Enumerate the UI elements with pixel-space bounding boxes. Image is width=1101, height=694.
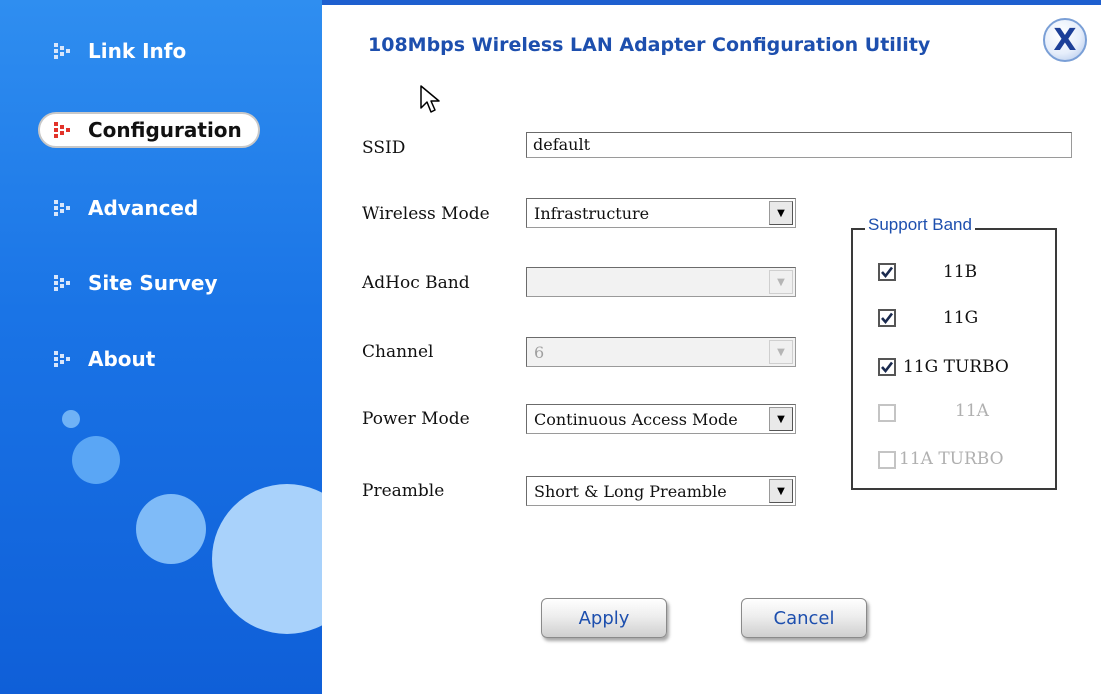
sidebar-item-label: Site Survey — [88, 271, 218, 295]
channel-value: 6 — [534, 342, 545, 362]
top-border — [322, 0, 1101, 5]
decor-bubble-medium — [72, 436, 120, 484]
close-button[interactable]: X — [1043, 18, 1087, 62]
sidebar-item-label: Advanced — [88, 196, 199, 220]
checkmark-icon — [881, 312, 894, 325]
dropdown-arrow-icon[interactable]: ▼ — [769, 201, 793, 225]
sidebar-item-link-info[interactable]: Link Info — [40, 33, 260, 69]
ssid-label: SSID — [362, 138, 406, 158]
preamble-value: Short & Long Preamble — [534, 481, 727, 501]
decor-bubble-small — [62, 410, 80, 428]
decor-bubble-large — [136, 494, 206, 564]
band-11a-turbo-label: 11A TURBO — [899, 449, 1004, 469]
dropdown-arrow-icon: ▼ — [769, 340, 793, 364]
mouse-cursor-icon — [420, 85, 440, 113]
sidebar: Link Info Configuration Advanced Site Su… — [0, 0, 322, 694]
bullet-icon — [54, 351, 70, 367]
apply-button[interactable]: Apply — [541, 598, 667, 638]
band-11b-label: 11B — [943, 262, 978, 282]
adhoc-band-label: AdHoc Band — [362, 273, 470, 293]
preamble-label: Preamble — [362, 481, 445, 501]
band-11g-turbo-checkbox[interactable] — [878, 358, 896, 376]
power-mode-select[interactable]: Continuous Access Mode ▼ — [526, 404, 796, 434]
bullet-icon — [54, 200, 70, 216]
dropdown-arrow-icon[interactable]: ▼ — [769, 479, 793, 503]
sidebar-item-about[interactable]: About — [40, 341, 260, 377]
band-11a-turbo-checkbox — [878, 451, 896, 469]
dropdown-arrow-icon[interactable]: ▼ — [769, 407, 793, 431]
channel-label: Channel — [362, 342, 434, 362]
ssid-input[interactable]: default — [526, 132, 1072, 158]
bullet-icon — [54, 43, 70, 59]
power-mode-value: Continuous Access Mode — [534, 409, 738, 429]
band-11g-label: 11G — [943, 308, 979, 328]
bullet-icon — [54, 122, 70, 138]
wireless-mode-value: Infrastructure — [534, 203, 650, 223]
band-11a-checkbox — [878, 404, 896, 422]
dropdown-arrow-icon: ▼ — [769, 270, 793, 294]
band-11g-turbo-label: 11G TURBO — [903, 357, 1009, 377]
band-11b-checkbox[interactable] — [878, 263, 896, 281]
sidebar-item-label: Link Info — [88, 39, 187, 63]
adhoc-band-select: ▼ — [526, 267, 796, 297]
wireless-mode-select[interactable]: Infrastructure ▼ — [526, 198, 796, 228]
sidebar-item-configuration[interactable]: Configuration — [38, 112, 260, 148]
page-title: 108Mbps Wireless LAN Adapter Configurati… — [368, 34, 931, 56]
cancel-button[interactable]: Cancel — [741, 598, 867, 638]
checkmark-icon — [881, 361, 894, 374]
preamble-select[interactable]: Short & Long Preamble ▼ — [526, 476, 796, 506]
sidebar-item-label: About — [88, 347, 156, 371]
sidebar-item-site-survey[interactable]: Site Survey — [40, 265, 260, 301]
wireless-mode-label: Wireless Mode — [362, 204, 490, 224]
power-mode-label: Power Mode — [362, 409, 470, 429]
sidebar-item-label: Configuration — [88, 118, 242, 142]
support-band-legend: Support Band — [865, 215, 975, 235]
decor-bubble-xlarge — [212, 484, 322, 634]
bullet-icon — [54, 275, 70, 291]
sidebar-item-advanced[interactable]: Advanced — [40, 190, 260, 226]
band-11a-label: 11A — [955, 401, 989, 421]
channel-select: 6 ▼ — [526, 337, 796, 367]
close-icon: X — [1053, 22, 1077, 58]
band-11g-checkbox[interactable] — [878, 309, 896, 327]
checkmark-icon — [881, 266, 894, 279]
